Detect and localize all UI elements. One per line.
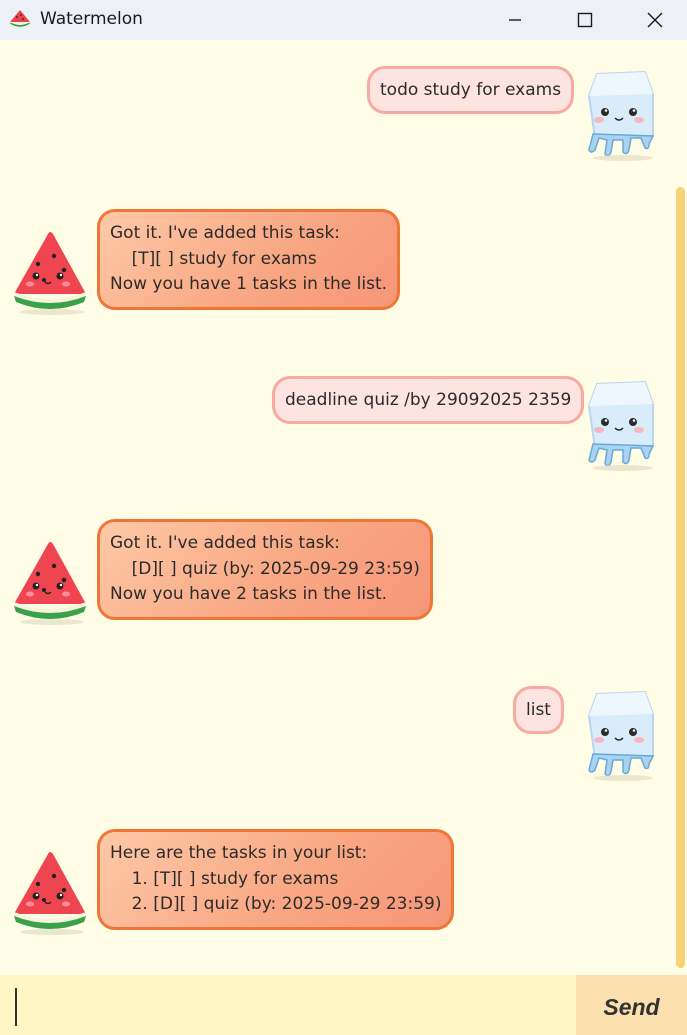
maximize-icon [577, 12, 593, 28]
input-bar [0, 975, 576, 1035]
scrollbar-thumb[interactable] [676, 187, 685, 968]
ice-cube-avatar [575, 686, 665, 782]
ice-cube-avatar [575, 66, 665, 162]
watermelon-avatar [8, 226, 98, 322]
app-window: Watermelon todo study for exams Got it. … [0, 0, 687, 1035]
watermelon-app-icon [9, 9, 31, 27]
minimize-icon [509, 19, 521, 21]
watermelon-avatar [8, 536, 98, 632]
bot-message-bubble: Got it. I've added this task: [T][ ] stu… [97, 209, 401, 310]
user-message-bubble: todo study for exams [367, 66, 575, 114]
bot-message-bubble: Got it. I've added this task: [D][ ] qui… [97, 519, 433, 620]
text-caret [15, 988, 17, 1026]
send-button[interactable]: Send [576, 975, 687, 1035]
close-button[interactable] [632, 0, 678, 40]
ice-cube-avatar [575, 376, 665, 472]
close-icon [647, 12, 663, 28]
maximize-button[interactable] [562, 0, 608, 40]
minimize-button[interactable] [492, 0, 538, 40]
window-title: Watermelon [40, 9, 143, 29]
user-input-field[interactable] [0, 975, 576, 1035]
title-bar: Watermelon [0, 0, 687, 40]
user-message-bubble: deadline quiz /by 29092025 2359 [272, 376, 585, 424]
watermelon-avatar [8, 846, 98, 942]
bot-message-bubble: Here are the tasks in your list: 1. [T][… [97, 829, 455, 930]
user-message-bubble: list [513, 686, 564, 734]
